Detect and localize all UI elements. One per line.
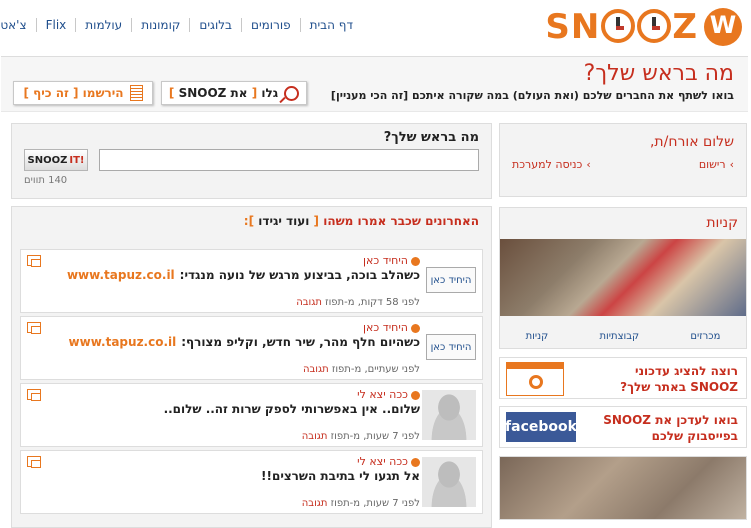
nav-chat[interactable]: צ'אט: [0, 18, 37, 32]
nav-worlds[interactable]: עולמות: [76, 18, 132, 32]
post-link[interactable]: www.tapuz.co.il: [68, 268, 176, 282]
tab-group-buy[interactable]: קבוצתיות: [600, 331, 640, 342]
login-link[interactable]: ›כניסה למערכת: [513, 158, 592, 171]
feed-title: האחרונים שכבר אמרו משהו [ ועוד יגידו ]:: [244, 214, 480, 228]
page-subtitle: בואו לשתף את החברים שלכם (ואת העולם) במה…: [331, 89, 735, 102]
welcome-links: ›רישום ›כניסה למערכת: [513, 158, 735, 171]
tapuz-badge-icon: [705, 8, 743, 46]
post-text: שלום.. אין באפשרותי לספק שרות זה.. שלום.…: [164, 402, 421, 416]
facebook-logo-icon: facebook: [506, 412, 578, 442]
register-button[interactable]: הירשמו [ זה כיף ]: [14, 81, 154, 105]
chevron-left-icon: ›: [730, 158, 735, 171]
post-text: כשהיום חלף מהר, שיר חדש, וקליפ מצורף:www…: [69, 335, 421, 349]
shopping-title: קניות: [707, 215, 739, 231]
document-icon: [130, 85, 144, 101]
feed-box: האחרונים שכבר אמרו משהו [ ועוד יגידו ]: …: [12, 206, 493, 528]
nav-home[interactable]: דף הבית: [300, 18, 363, 32]
feed-post: ככה יצא לי שלום.. אין באפשרותי לספק שרות…: [21, 383, 484, 447]
nav-communities[interactable]: קומונות: [132, 18, 190, 32]
post-user[interactable]: היחיד כאן: [364, 321, 421, 334]
feed-post: היחיד כאן היחיד כאן כשהלב בוכה, בביצוע מ…: [21, 249, 484, 313]
register-link[interactable]: ›רישום: [700, 158, 735, 171]
tab-shopping[interactable]: קניות: [527, 331, 550, 342]
share-icon[interactable]: [28, 255, 42, 267]
post-text: כשהלב בוכה, בביצוע מרגש של נועה מנגדי:ww…: [67, 268, 421, 282]
shopping-box: קניות מכרזים קבוצתיות קניות: [500, 207, 748, 349]
post-text: אל תגעו לי בתיבת השרצים!!: [262, 469, 421, 483]
share-icon[interactable]: [28, 389, 42, 401]
char-counter: 140 תווים: [25, 175, 69, 186]
avatar[interactable]: היחיד כאן: [427, 334, 477, 360]
bottom-promo-image[interactable]: [500, 456, 748, 520]
shopping-tabs: מכרזים קבוצתיות קניות: [501, 331, 747, 342]
facebook-promo[interactable]: בואו לעדכן את SNOOZ בפייסבוק שלכם facebo…: [500, 406, 748, 448]
reply-link[interactable]: תגובה: [304, 364, 330, 375]
share-icon[interactable]: [28, 322, 42, 334]
post-user[interactable]: ככה יצא לי: [358, 388, 421, 401]
status-input[interactable]: [100, 149, 480, 171]
share-icon[interactable]: [28, 456, 42, 468]
user-icon: [412, 457, 421, 467]
avatar[interactable]: היחיד כאן: [427, 267, 477, 293]
logo-wordmark: SN Z: [546, 6, 699, 47]
reply-link[interactable]: תגובה: [297, 297, 323, 308]
post-user[interactable]: היחיד כאן: [364, 254, 421, 267]
page-title: מה בראש שלך?: [584, 61, 735, 86]
post-meta: לפני שעתיים, מ-תפוז תגובה: [303, 364, 421, 375]
main-nav: דף הבית פורומים בלוגים קומונות עולמות Fl…: [0, 18, 363, 32]
snooz-logo[interactable]: SN Z: [546, 6, 743, 48]
user-icon: [412, 323, 421, 333]
snooz-it-button[interactable]: SNOOZ IT!: [25, 149, 89, 171]
facebook-promo-text: בואו לעדכן את SNOOZ בפייסבוק שלכם: [604, 413, 739, 443]
feed-post: ככה יצא לי אל תגעו לי בתיבת השרצים!! לפנ…: [21, 450, 484, 514]
top-bar: SNZ דף הבית פורומים בלוגים קומונות עולמו…: [0, 0, 751, 56]
avatar[interactable]: [423, 390, 477, 440]
browse-snooz-button[interactable]: גלו [ את SNOOZ ]: [162, 81, 308, 105]
reply-link[interactable]: תגובה: [303, 498, 329, 509]
nav-blogs[interactable]: בלוגים: [190, 18, 242, 32]
post-link[interactable]: www.tapuz.co.il: [70, 335, 178, 349]
widget-icon: [507, 362, 565, 396]
clock-o-icon: [638, 9, 673, 44]
clock-o-icon: [602, 9, 637, 44]
embed-promo[interactable]: רוצה להציג עדכוני SNOOZ באתר שלך?: [500, 357, 748, 399]
welcome-box: שלום אורח/ת, ›רישום ›כניסה למערכת: [500, 123, 748, 197]
reply-link[interactable]: תגובה: [303, 431, 329, 442]
page-header: מה בראש שלך? בואו לשתף את החברים שלכם (ו…: [2, 56, 749, 112]
status-box: מה בראש שלך? SNOOZ IT! 140 תווים: [12, 123, 493, 199]
search-icon: [285, 85, 301, 101]
nav-flix[interactable]: Flix: [36, 18, 77, 32]
chevron-left-icon: ›: [587, 158, 592, 171]
post-user[interactable]: ככה יצא לי: [358, 455, 421, 468]
post-meta: לפני 7 שעות, מ-תפוז תגובה: [302, 431, 421, 442]
post-meta: לפני 58 דקות, מ-תפוז תגובה: [297, 297, 421, 308]
status-title: מה בראש שלך?: [384, 130, 480, 145]
shopping-image[interactable]: [501, 239, 747, 316]
user-icon: [412, 256, 421, 266]
tab-auctions[interactable]: מכרזים: [691, 331, 721, 342]
user-icon: [412, 390, 421, 400]
feed-post: היחיד כאן היחיד כאן כשהיום חלף מהר, שיר …: [21, 316, 484, 380]
nav-forums[interactable]: פורומים: [242, 18, 301, 32]
embed-promo-text: רוצה להציג עדכוני SNOOZ באתר שלך?: [621, 364, 739, 394]
post-meta: לפני 7 שעות, מ-תפוז תגובה: [302, 498, 421, 509]
avatar[interactable]: [423, 457, 477, 507]
welcome-title: שלום אורח/ת,: [650, 134, 735, 150]
